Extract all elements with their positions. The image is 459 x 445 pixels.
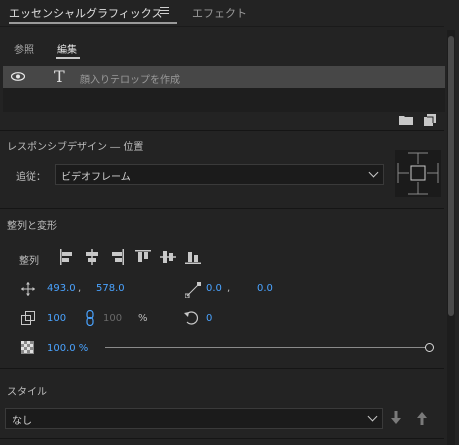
anchor-y-value[interactable]: 0.0 <box>257 283 273 294</box>
new-layer-icon[interactable] <box>424 114 436 126</box>
new-group-folder-icon[interactable] <box>399 115 413 125</box>
style-title: スタイル <box>7 387 47 398</box>
tab-effects[interactable]: エフェクト <box>192 5 247 21</box>
layer-name[interactable]: 顔入りテロップを作成 <box>80 71 180 86</box>
panel-menu-icon[interactable] <box>160 7 169 16</box>
scale-unit: % <box>138 313 148 324</box>
position-move-icon <box>21 282 35 296</box>
scale-value[interactable]: 100 <box>47 313 66 324</box>
anchor-separator: , <box>227 283 231 294</box>
position-x-value[interactable]: 493.0 <box>47 283 76 294</box>
pin-to-edges-widget[interactable] <box>395 150 441 197</box>
tab-divider <box>0 26 444 27</box>
position-y-value[interactable]: 578.0 <box>96 283 125 294</box>
anchor-x-value[interactable]: 0.0 <box>206 283 222 294</box>
text-layer-icon: T <box>54 67 65 86</box>
follow-dropdown-value: ビデオフレーム <box>61 172 131 183</box>
section-divider <box>0 438 444 439</box>
active-tab-indicator <box>9 22 177 24</box>
align-label: 整列 <box>19 256 39 267</box>
align-bottom-icon[interactable] <box>185 249 201 265</box>
section-divider <box>0 208 444 209</box>
opacity-value[interactable]: 100.0 % <box>47 343 88 354</box>
scrollbar-thumb[interactable] <box>448 36 454 316</box>
align-center-vertical-icon[interactable] <box>160 249 176 265</box>
style-dropdown-value: なし <box>12 416 32 427</box>
pin-edges-icon <box>397 152 439 195</box>
tab-essential-graphics[interactable]: エッセンシャルグラフィックス <box>9 5 162 21</box>
opacity-slider-knob[interactable] <box>425 343 434 352</box>
position-separator: , <box>78 283 82 294</box>
follow-label: 追従： <box>16 172 46 183</box>
align-center-horizontal-icon[interactable] <box>84 249 100 265</box>
rotation-value[interactable]: 0 <box>206 313 212 324</box>
layer-row[interactable] <box>3 66 445 88</box>
opacity-slider-track[interactable] <box>105 347 430 348</box>
opacity-checker-icon <box>21 341 34 354</box>
link-icon[interactable] <box>86 310 94 326</box>
follow-dropdown[interactable]: ビデオフレーム <box>55 164 384 185</box>
chevron-down-icon <box>368 167 379 178</box>
subtab-edit[interactable]: 編集 <box>57 41 77 56</box>
scale-icon <box>21 311 35 325</box>
align-right-icon[interactable] <box>109 249 125 265</box>
chevron-down-icon <box>367 411 378 422</box>
style-dropdown[interactable]: なし <box>5 408 383 429</box>
subtab-indicator <box>56 57 80 59</box>
push-style-down-icon[interactable] <box>390 411 402 425</box>
align-transform-title: 整列と変形 <box>7 221 57 232</box>
align-left-icon[interactable] <box>59 249 75 265</box>
responsive-design-title: レスポンシブデザイン ― 位置 <box>7 142 144 153</box>
rotation-icon <box>184 311 198 325</box>
push-style-up-icon[interactable] <box>416 411 428 425</box>
anchor-point-icon <box>185 282 201 298</box>
subtab-browse[interactable]: 参照 <box>14 41 34 56</box>
section-divider <box>0 368 444 369</box>
eye-icon[interactable] <box>11 72 25 81</box>
align-top-icon[interactable] <box>135 249 151 265</box>
section-divider <box>0 130 444 131</box>
scale-linked-value: 100 <box>103 313 123 324</box>
